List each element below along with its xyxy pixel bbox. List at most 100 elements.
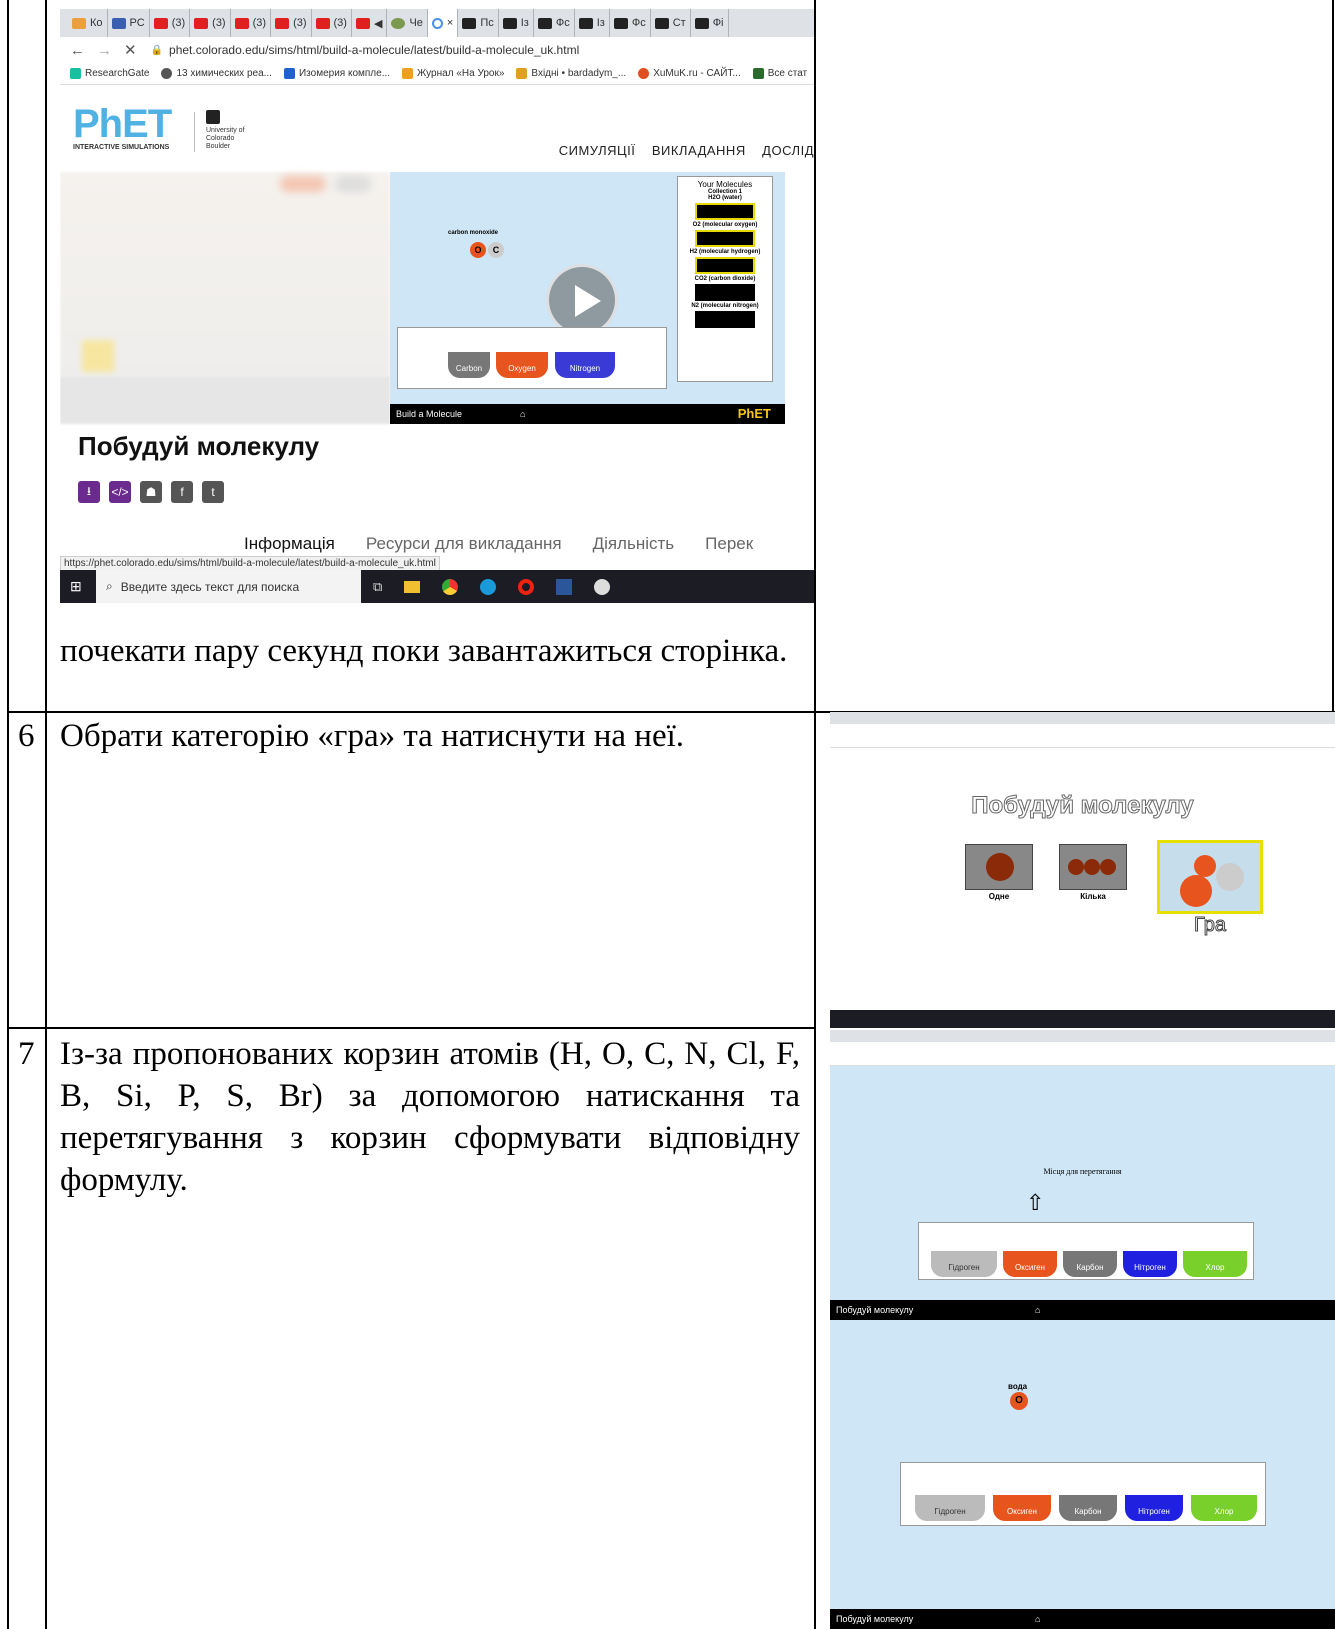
basket-nitrogen[interactable]: Нітроген (1125, 1495, 1183, 1521)
tab-translations[interactable]: Перек (705, 534, 753, 554)
row6-number: 6 (18, 718, 35, 754)
tab-info[interactable]: Інформація (244, 534, 335, 554)
tab-close-icon[interactable]: × (447, 17, 453, 29)
basket-carbon[interactable]: Carbon (448, 352, 490, 378)
browser-tab[interactable]: Фс (610, 9, 651, 37)
basket-oxygen[interactable]: Оксиген (1003, 1251, 1057, 1277)
home-icon[interactable]: ⌂ (520, 404, 525, 424)
molecule-label: вода (1008, 1382, 1028, 1391)
browser-tab[interactable]: Із (499, 9, 534, 37)
sim-molecule-label: carbon monoxide (448, 230, 499, 236)
option-single[interactable] (965, 844, 1033, 890)
basket-carbon[interactable]: Карбон (1059, 1495, 1117, 1521)
explorer-icon[interactable] (404, 580, 421, 593)
windows-taskbar: ⊞ ⌕ Введите здесь текст для поиска ⧉ (60, 570, 814, 603)
nav-research[interactable]: ДОСЛІД (762, 143, 814, 158)
bookmark-item[interactable]: Журнал «На Урок» (402, 67, 504, 79)
stop-icon[interactable]: ✕ (124, 41, 137, 59)
tab-label: (3) (212, 17, 226, 29)
edge-icon[interactable] (480, 578, 497, 595)
taskview-icon[interactable]: ⧉ (373, 579, 382, 595)
tab-label: Фі (712, 17, 724, 29)
browser-tab[interactable]: Пс (458, 9, 499, 37)
search-placeholder: Введите здесь текст для поиска (120, 579, 300, 594)
row6-text: Обрати категорію «гра» та натиснути на н… (60, 718, 685, 754)
home-icon[interactable]: ⌂ (1035, 1300, 1040, 1320)
taskbar-search[interactable]: ⌕ Введите здесь текст для поиска (96, 570, 361, 603)
option-single-label: Однe (988, 892, 1010, 901)
browser-tab[interactable]: (3) (150, 9, 191, 37)
bookmark-item[interactable]: Изомерия компле... (283, 67, 390, 79)
browser-tab[interactable]: (3) (312, 9, 352, 37)
word-icon[interactable] (556, 578, 573, 595)
bookmark-item[interactable]: XuMuK.ru - САЙТ... (638, 67, 741, 79)
carbon-atom[interactable]: C (488, 242, 504, 258)
sim-navbar: Build a Molecule ⌂ PhET (390, 404, 785, 424)
nav-simulations[interactable]: СИМУЛЯЦІЇ (559, 143, 636, 158)
oxygen-atom[interactable]: O (470, 242, 486, 258)
bookmark-item[interactable]: Все стат (752, 67, 807, 79)
row7-text: Із-за пропонованих корзин атомів (H, O, … (60, 1036, 800, 1198)
browser-tab[interactable]: (3) (190, 9, 231, 37)
back-arrow-icon[interactable]: ← (70, 42, 85, 59)
browser-tab[interactable]: (3) (231, 9, 272, 37)
browser-tab[interactable]: ◀ (352, 9, 388, 37)
university-label: University of Colorado Boulder (206, 127, 245, 150)
bookmark-item[interactable]: ResearchGate (70, 67, 149, 79)
twitter-icon[interactable]: t (202, 481, 224, 503)
browser-tab[interactable]: Ст (651, 9, 691, 37)
bookmark-item[interactable]: Вхідні • bardadym_... (516, 67, 626, 79)
opera-icon[interactable] (518, 578, 535, 595)
sim-navbar: Побудуй молекулу ⌂ (830, 1609, 1335, 1629)
chrome-icon[interactable] (442, 578, 459, 595)
tab-label: РС (129, 17, 145, 29)
basket-chlorine[interactable]: Хлор (1183, 1251, 1247, 1277)
browser-tab-bar (830, 1030, 1335, 1042)
basket-oxygen[interactable]: Oxygen (496, 352, 548, 378)
basket-nitrogen[interactable]: Nitrogen (555, 352, 615, 378)
basket-hydrogen[interactable]: Гідроген (931, 1251, 997, 1277)
tab-teacher-resources[interactable]: Ресурси для викладання (366, 534, 562, 554)
forward-arrow-icon[interactable]: → (97, 42, 112, 59)
embed-icon[interactable]: </> (109, 481, 131, 503)
browser-tab[interactable]: Че (387, 9, 428, 37)
nav-teaching[interactable]: ВИКЛАДАННЯ (652, 143, 746, 158)
classroom-icon[interactable]: ☗ (140, 481, 162, 503)
home-icon[interactable]: ⌂ (1035, 1609, 1040, 1629)
browser-tab[interactable]: (3) (271, 9, 312, 37)
facebook-icon[interactable]: f (171, 481, 193, 503)
browser-tab[interactable]: Ко (68, 9, 108, 37)
phet-logo[interactable]: PhET INTERACTIVE SIMULATIONS (73, 104, 185, 156)
basket-hydrogen[interactable]: Гідроген (915, 1495, 985, 1521)
bookmark-item[interactable]: 13 химических реа... (161, 67, 272, 79)
play-button[interactable] (546, 264, 618, 336)
windows-start-icon[interactable]: ⊞ (70, 578, 82, 595)
table-border-right (1332, 0, 1334, 712)
address-bar (830, 1042, 1335, 1054)
browser-tab[interactable]: Фі (691, 9, 729, 37)
sim-title: Build a Molecule (396, 409, 463, 419)
basket-chlorine[interactable]: Хлор (1191, 1495, 1257, 1521)
tab-label: (3) (333, 17, 347, 29)
site-nav: СИМУЛЯЦІЇ ВИКЛАДАННЯ ДОСЛІД (559, 143, 814, 158)
paint-icon[interactable] (594, 578, 611, 595)
tab-activities[interactable]: Діяльність (593, 534, 675, 554)
browser-tab[interactable]: Із (575, 9, 610, 37)
status-url: https://phet.colorado.edu/sims/html/buil… (60, 556, 440, 571)
basket-panel: Carbon Oxygen Nitrogen (397, 327, 667, 389)
browser-tab[interactable]: РС (108, 9, 150, 37)
table-border-mid (814, 0, 816, 1629)
simulation-preview[interactable]: carbon monoxide O C Carbon Oxygen Nitrog… (390, 172, 785, 424)
oxygen-atom[interactable]: O (1010, 1392, 1028, 1410)
basket-carbon[interactable]: Карбон (1063, 1251, 1117, 1277)
basket-oxygen[interactable]: Оксиген (993, 1495, 1051, 1521)
tab-label: (3) (293, 17, 307, 29)
browser-tab-active[interactable]: × (427, 9, 459, 37)
windows-taskbar (830, 1010, 1335, 1028)
download-icon[interactable]: ⭳ (78, 481, 100, 503)
browser-tab[interactable]: Фс (534, 9, 575, 37)
option-multiple[interactable] (1059, 844, 1127, 890)
basket-nitrogen[interactable]: Нітроген (1123, 1251, 1177, 1277)
url-field[interactable]: phet.colorado.edu/sims/html/build-a-mole… (169, 43, 579, 57)
option-game[interactable] (1157, 840, 1263, 914)
